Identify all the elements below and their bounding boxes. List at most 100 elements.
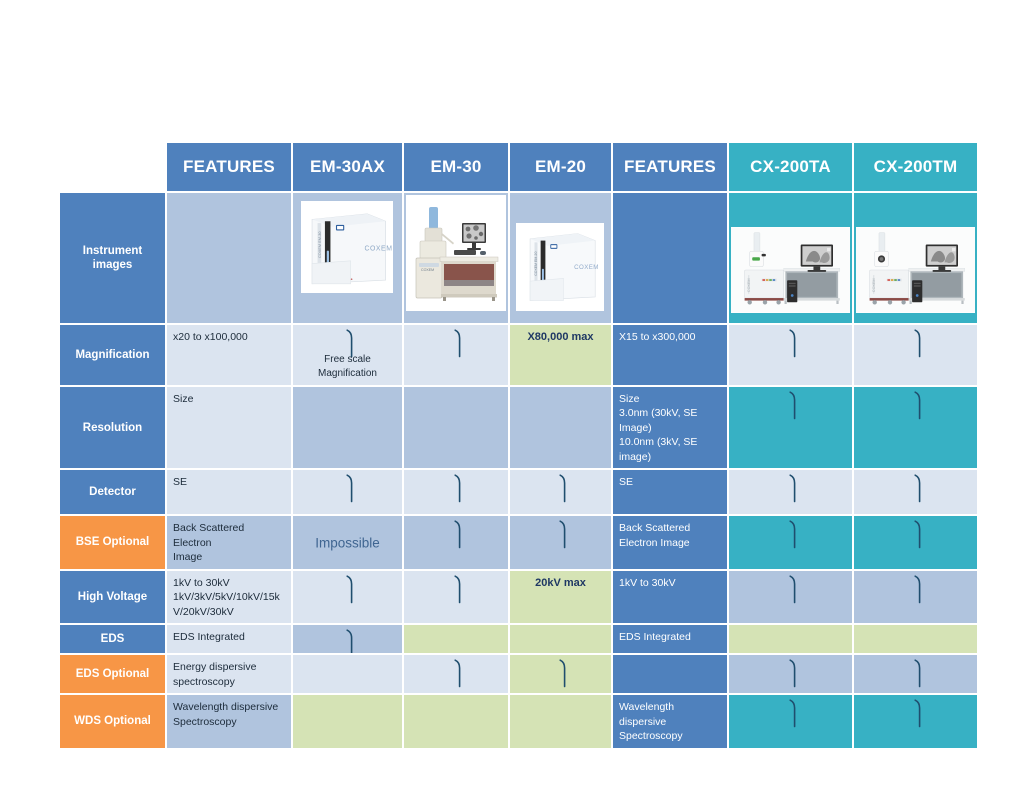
check-mark-icon (913, 520, 924, 550)
check-mark-icon (788, 520, 799, 550)
table-cell-features-right: EDS Integrated (613, 625, 727, 654)
cell-text-line: Wavelength dispersive (173, 701, 279, 714)
table-cell-features-right: Wavelength dispersive Spectroscopy (613, 695, 727, 748)
table-cell-features-right: Size 3.0nm (30kV, SE Image) 10.0nm (3kV, S… (613, 387, 727, 469)
cell-body (404, 387, 508, 469)
check-mark-icon (454, 659, 464, 689)
check-mark-icon (913, 391, 924, 421)
cell-text-line: dispersive (619, 715, 667, 728)
cell-body (854, 695, 977, 748)
table-cell-em20 (510, 516, 611, 569)
cell-text-line: V/20kV/30kV (173, 605, 234, 618)
row-label-cell-resolution: Resolution (60, 387, 165, 469)
row-label-cell-high-voltage: High Voltage (60, 570, 165, 624)
cell-body: SE (167, 470, 291, 515)
table-cell-cx200ta (729, 470, 852, 515)
table-cell-cx200tm (854, 387, 977, 469)
cell-text: Back Scattered Electron Image (167, 516, 291, 568)
table-cell-cx200ta: COXEM (729, 193, 852, 323)
cell-text: Wavelength dispersive Spectroscopy (167, 695, 291, 747)
header-label-cx200ta: CX-200TA (729, 143, 852, 191)
table-cell-features-right: 1kV to 30kV (613, 570, 727, 624)
check-mark-icon (345, 474, 356, 504)
cell-body (404, 695, 508, 748)
cell-body: Wavelength dispersive Spectroscopy (167, 695, 291, 748)
row-label-text: Instrument (82, 244, 143, 257)
cell-body: Size 3.0nm (30kV, SE Image) 10.0nm (3kV, S… (613, 387, 727, 469)
row-label-text: Detector (89, 486, 136, 499)
cell-body (729, 655, 852, 694)
cell-body (510, 387, 611, 469)
table-cell-features-left: Energy dispersive spectroscopy (167, 655, 291, 694)
row-label-text: EDS Optional (75, 668, 150, 681)
check-mark-icon (558, 474, 569, 504)
cell-body (729, 695, 852, 748)
row-label-text: WDS Optional (74, 715, 151, 728)
cell-body: Free scale Magnification (293, 325, 402, 385)
check-mark-icon (913, 575, 924, 605)
product-comparison-table: FEATURES EM-30AX EM-30 EM-20 FEATURES CX… (58, 141, 979, 750)
table-cell-features-right (613, 193, 727, 323)
cell-body (729, 516, 852, 569)
cell-body (293, 655, 402, 694)
table-cell-features-right (613, 655, 727, 694)
cell-body (510, 625, 611, 654)
cell-body: Impossible (293, 516, 402, 569)
table-cell-em20: X80,000 max (510, 325, 611, 385)
table-cell-cx200tm (854, 655, 977, 694)
check-mark-icon (788, 659, 799, 689)
cell-body: COXEM (729, 193, 852, 323)
cell-text: 1kV to 30kV 1kV/3kV/5kV/10kV/15k V/20kV/30… (167, 571, 291, 623)
table-cell-cx200ta (729, 655, 852, 694)
check-mark-icon (454, 474, 464, 504)
cell-body: COXEM (404, 193, 508, 323)
cell-body (404, 470, 508, 515)
cell-body (854, 655, 977, 694)
row-label-cell-wds-optional: WDS Optional (60, 695, 165, 748)
header-label-features-right: FEATURES (613, 143, 727, 191)
row-label: WDS Optional (60, 695, 165, 748)
table-cell-em30 (404, 655, 508, 694)
header-cell-features-right: FEATURES (613, 143, 727, 191)
row-label-text: Resolution (82, 421, 143, 434)
check-mark-icon (913, 474, 924, 504)
svg-text:COXEM: COXEM (747, 278, 751, 292)
table-row: EDS EDS Integrated EDS Integrated (60, 625, 977, 654)
table-cell-features-left: SE (167, 470, 291, 515)
cell-note: Free scale Magnification (293, 353, 402, 380)
table-cell-em30ax (293, 387, 402, 469)
table-cell-em30 (404, 516, 508, 569)
table-cell-cx200ta (729, 387, 852, 469)
cell-body (854, 570, 977, 624)
check-mark-icon (788, 329, 799, 359)
header-label-em20: EM-20 (510, 143, 611, 191)
table-row: WDS Optional Wavelength dispersive Spectro… (60, 695, 977, 748)
row-label: Resolution (60, 387, 165, 469)
table-cell-em30: COXEM (404, 193, 508, 323)
cell-body (404, 516, 508, 569)
svg-text:COXEM EM-20: COXEM EM-20 (534, 252, 538, 276)
table-row: Detector SE SE (60, 470, 977, 515)
check-mark-icon (913, 659, 924, 689)
svg-text:COXEM: COXEM (421, 268, 434, 272)
table-cell-em30 (404, 625, 508, 654)
cell-text: EDS Integrated (173, 631, 245, 644)
cell-text-line: 1kV/3kV/5kV/10kV/15k (173, 591, 280, 604)
cell-body: Energy dispersive spectroscopy (167, 655, 291, 694)
cell-body (404, 655, 508, 694)
table-row: High Voltage 1kV to 30kV 1kV/3kV/5kV/10kV/… (60, 570, 977, 624)
table-cell-em30ax: COXEM COXEM EM-30 (293, 193, 402, 323)
cell-text-line: spectroscopy (173, 675, 235, 688)
table-cell-em30 (404, 325, 508, 385)
table-cell-em30ax (293, 570, 402, 624)
cell-body (293, 387, 402, 469)
cell-body: Wavelength dispersive Spectroscopy (613, 695, 727, 748)
cell-body (729, 570, 852, 624)
svg-text:COXEM: COXEM (364, 246, 392, 253)
table-header-row: FEATURES EM-30AX EM-30 EM-20 FEATURES CX… (60, 143, 977, 191)
row-label-cell-instrument-images: Instrument images (60, 193, 165, 323)
cell-body (404, 570, 508, 624)
check-mark-icon (913, 329, 924, 359)
cx200tm-instrument-photo: COXEM (856, 227, 975, 313)
cell-text-line: Size (619, 393, 640, 405)
